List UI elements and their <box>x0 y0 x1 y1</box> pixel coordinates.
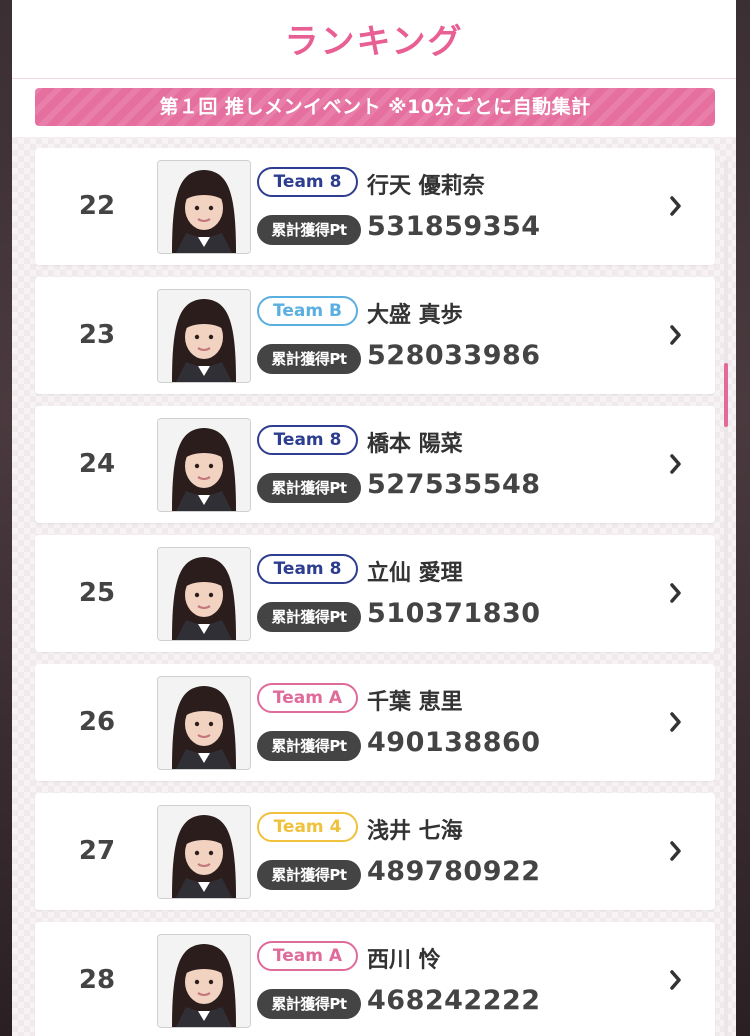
member-name: 浅井 七海 <box>367 819 463 844</box>
cumulative-points-value: 489780922 <box>367 856 541 887</box>
team-badge: Team A <box>257 683 358 713</box>
cumulative-points-value: 527535548 <box>367 469 541 500</box>
page-title: ランキング <box>284 22 464 62</box>
portrait-icon <box>158 935 250 1027</box>
ranking-row[interactable]: 25 Team 8 立仙 愛理 累計獲得Pt 510371830 <box>35 535 715 652</box>
modal-header: ランキング <box>12 0 736 79</box>
portrait-icon <box>158 161 250 253</box>
cumulative-points-label: 累計獲得Pt <box>257 215 361 245</box>
background-right <box>736 0 750 1036</box>
member-name: 千葉 恵里 <box>367 690 463 715</box>
cumulative-points-label: 累計獲得Pt <box>257 731 361 761</box>
member-name: 橋本 陽菜 <box>367 432 463 457</box>
cumulative-points-label: 累計獲得Pt <box>257 989 361 1019</box>
rank-number: 28 <box>78 965 116 995</box>
chevron-right-icon <box>670 325 681 345</box>
portrait-icon <box>158 677 250 769</box>
rank-number: 27 <box>78 836 116 866</box>
cumulative-points-value: 531859354 <box>367 211 541 242</box>
cumulative-points-value: 510371830 <box>367 598 541 629</box>
team-badge: Team 8 <box>257 425 358 455</box>
rank-number: 25 <box>78 578 116 608</box>
member-photo <box>157 676 251 770</box>
chevron-right-icon <box>670 583 681 603</box>
rank-number: 26 <box>78 707 116 737</box>
chevron-right-icon <box>670 196 681 216</box>
scrollbar-track[interactable] <box>724 160 728 1036</box>
ranking-modal: ランキング 第１回 推しメンイベント ※10分ごとに自動集計 22 Team 8… <box>12 0 736 1036</box>
member-photo <box>157 160 251 254</box>
event-banner: 第１回 推しメンイベント ※10分ごとに自動集計 <box>35 88 715 126</box>
member-name: 行天 優莉奈 <box>367 174 485 199</box>
chevron-right-icon <box>670 970 681 990</box>
ranking-row[interactable]: 24 Team 8 橋本 陽菜 累計獲得Pt 527535548 <box>35 406 715 523</box>
background-left <box>0 0 12 1036</box>
ranking-row[interactable]: 23 Team B 大盛 真歩 累計獲得Pt 528033986 <box>35 277 715 394</box>
chevron-right-icon <box>670 841 681 861</box>
team-badge: Team 4 <box>257 812 358 842</box>
member-photo <box>157 289 251 383</box>
cumulative-points-label: 累計獲得Pt <box>257 602 361 632</box>
member-photo <box>157 547 251 641</box>
team-badge: Team 8 <box>257 554 358 584</box>
chevron-right-icon <box>670 712 681 732</box>
team-badge: Team B <box>257 296 358 326</box>
member-name: 立仙 愛理 <box>367 561 463 586</box>
cumulative-points-label: 累計獲得Pt <box>257 860 361 890</box>
member-name: 大盛 真歩 <box>367 303 463 328</box>
cumulative-points-value: 468242222 <box>367 985 541 1016</box>
member-photo <box>157 934 251 1028</box>
ranking-row[interactable]: 27 Team 4 浅井 七海 累計獲得Pt 489780922 <box>35 793 715 910</box>
portrait-icon <box>158 419 250 511</box>
member-photo <box>157 805 251 899</box>
ranking-row[interactable]: 28 Team A 西川 怜 累計獲得Pt 468242222 <box>35 922 715 1036</box>
member-photo <box>157 418 251 512</box>
ranking-row[interactable]: 22 Team 8 行天 優莉奈 累計獲得Pt 531859354 <box>35 148 715 265</box>
scrollbar-thumb[interactable] <box>724 363 728 427</box>
cumulative-points-value: 490138860 <box>367 727 541 758</box>
rank-number: 23 <box>78 320 116 350</box>
cumulative-points-label: 累計獲得Pt <box>257 473 361 503</box>
ranking-row[interactable]: 26 Team A 千葉 恵里 累計獲得Pt 490138860 <box>35 664 715 781</box>
team-badge: Team A <box>257 941 358 971</box>
portrait-icon <box>158 806 250 898</box>
team-badge: Team 8 <box>257 167 358 197</box>
portrait-icon <box>158 290 250 382</box>
portrait-icon <box>158 548 250 640</box>
cumulative-points-label: 累計獲得Pt <box>257 344 361 374</box>
rank-number: 24 <box>78 449 116 479</box>
member-name: 西川 怜 <box>367 948 441 973</box>
cumulative-points-value: 528033986 <box>367 340 541 371</box>
banner-area: 第１回 推しメンイベント ※10分ごとに自動集計 <box>12 79 736 137</box>
chevron-right-icon <box>670 454 681 474</box>
rank-number: 22 <box>78 191 116 221</box>
